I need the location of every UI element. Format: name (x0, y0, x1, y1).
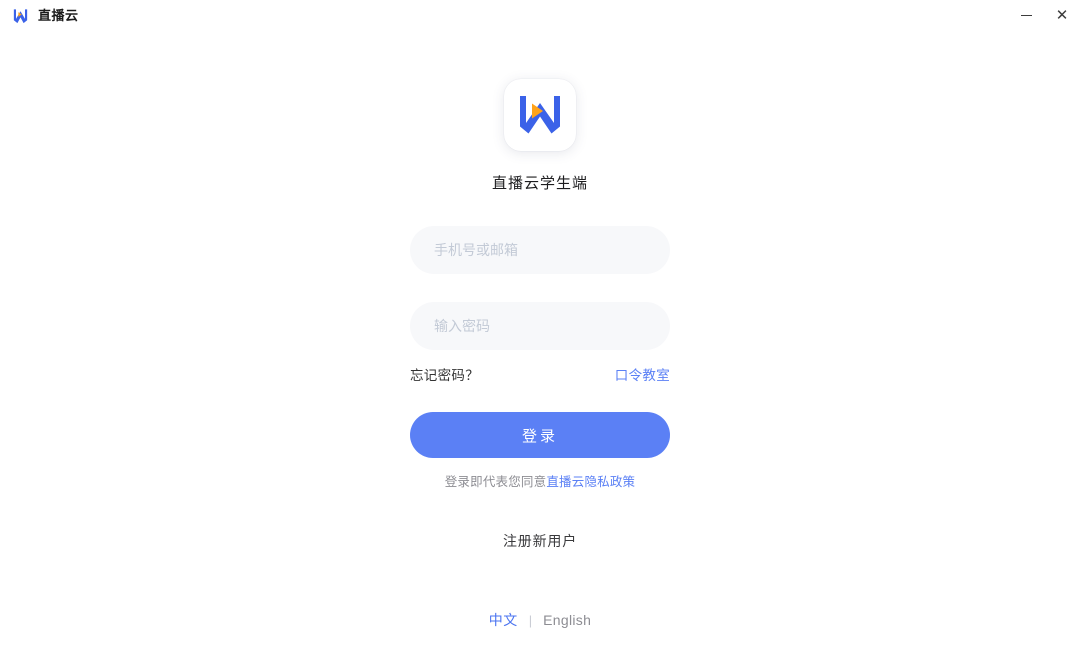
minimize-button[interactable] (1008, 0, 1044, 30)
window-controls: ✕ (1008, 0, 1080, 30)
account-input[interactable] (410, 226, 670, 274)
register-row: 注册新用户 (0, 531, 1080, 551)
language-option-chinese[interactable]: 中文 (489, 610, 518, 630)
helper-links-row: 忘记密码？ 口令教室 (410, 364, 670, 384)
forgot-password-link[interactable]: 忘记密码？ (410, 364, 479, 384)
agreement-text: 登录即代表您同意直播云隐私政策 (0, 471, 1080, 490)
language-option-english[interactable]: English (543, 612, 591, 628)
password-input[interactable] (410, 302, 670, 350)
language-switcher: 中文 | English (0, 610, 1080, 630)
agreement-prefix: 登录即代表您同意 (444, 475, 547, 489)
close-icon: ✕ (1055, 5, 1069, 24)
login-window: 直播云 ✕ 直播云学生端 忘记密码？ 口令教室 登录 登录即 (0, 0, 1080, 650)
titlebar-brand-label: 直播云 (38, 7, 79, 23)
app-logo-icon (504, 79, 576, 151)
language-separator: | (528, 612, 533, 628)
login-button[interactable]: 登录 (410, 412, 670, 458)
minimize-icon (1020, 14, 1032, 16)
w-logo-icon (11, 6, 30, 25)
close-button[interactable]: ✕ (1044, 0, 1080, 30)
passcode-classroom-link[interactable]: 口令教室 (615, 364, 670, 384)
titlebar: 直播云 ✕ (0, 0, 1080, 30)
login-panel: 直播云学生端 忘记密码？ 口令教室 登录 登录即代表您同意直播云隐私政策 注册新… (0, 30, 1080, 650)
titlebar-brand: 直播云 (11, 6, 79, 25)
app-title: 直播云学生端 (491, 175, 588, 192)
register-new-user-link[interactable]: 注册新用户 (503, 533, 577, 549)
privacy-policy-link[interactable]: 直播云隐私政策 (546, 475, 635, 489)
